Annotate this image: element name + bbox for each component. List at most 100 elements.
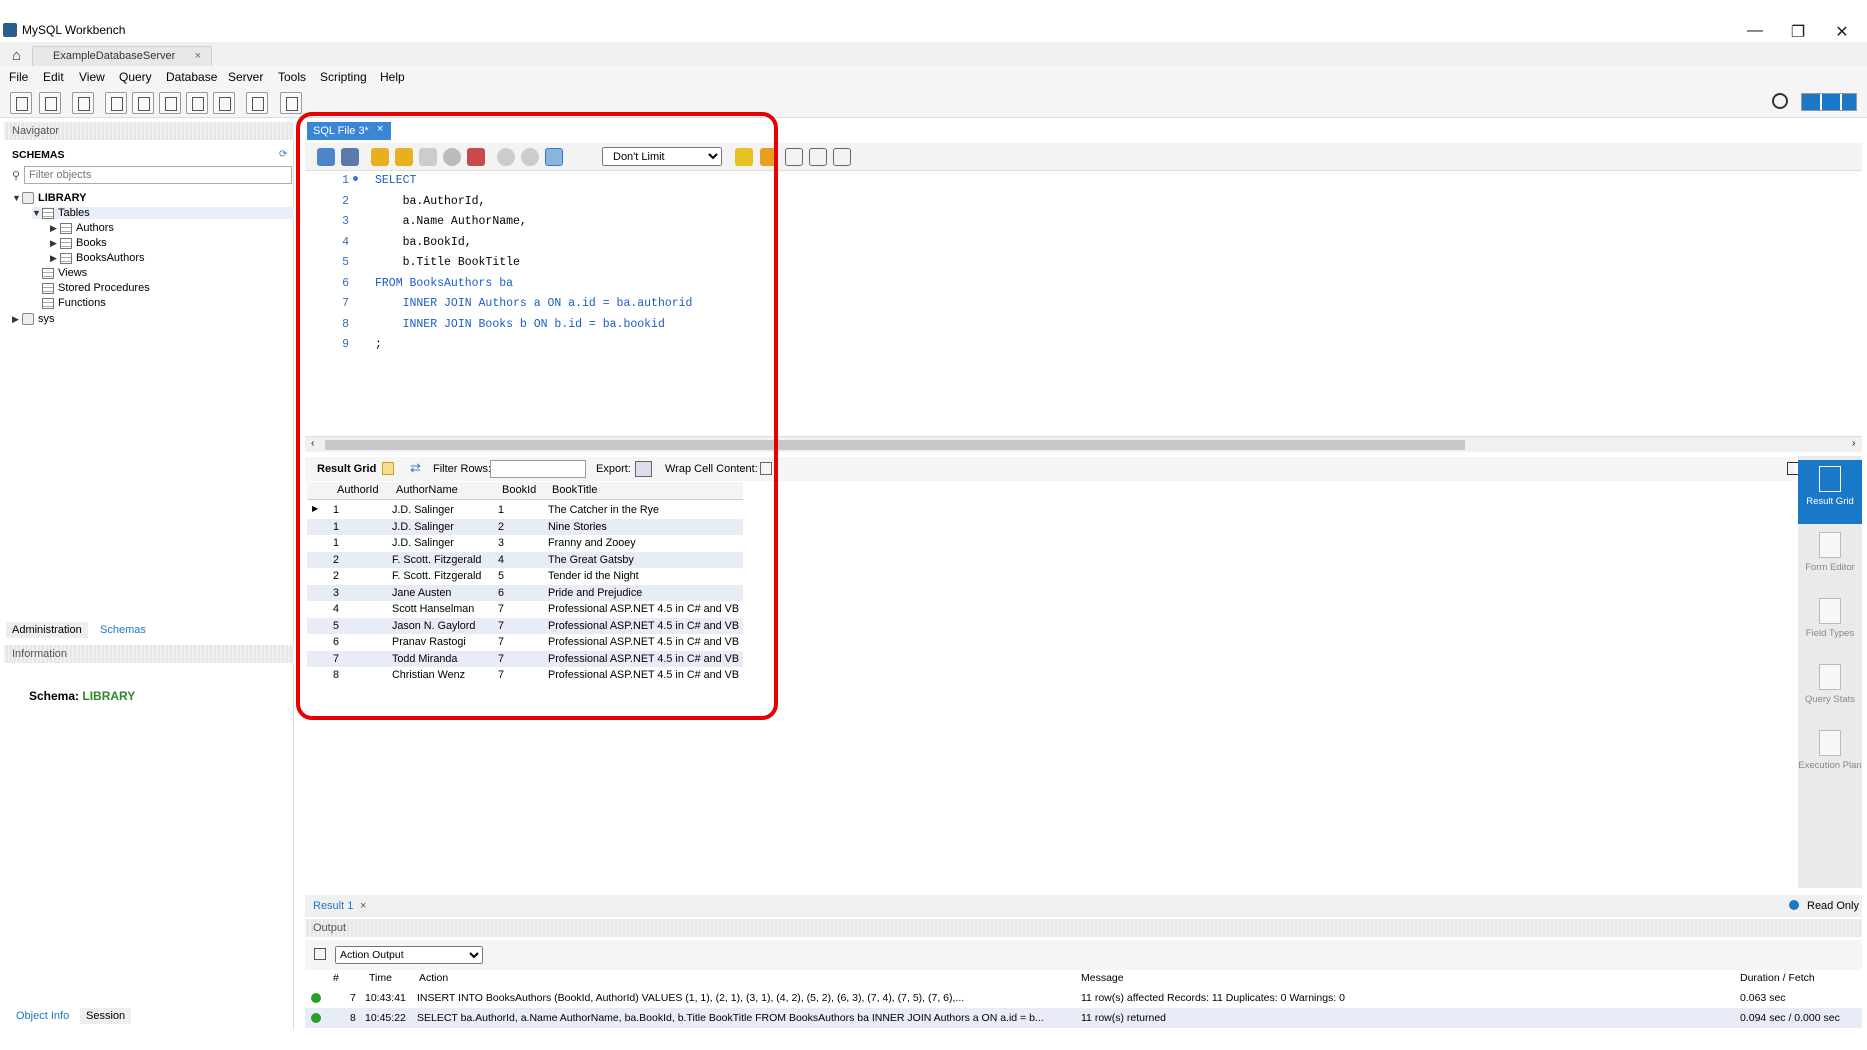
schema-label: Schema: (29, 689, 80, 703)
output-duration: 0.094 sec / 0.000 sec (1740, 1012, 1840, 1024)
output-header-row: # Time Action Message Duration / Fetch (305, 968, 1862, 988)
search-icon: ⚲ (12, 170, 21, 182)
tree-stored-procedures[interactable]: Stored Procedures (42, 282, 150, 294)
tab-administration[interactable]: Administration (6, 622, 88, 638)
search-table-data-icon[interactable] (246, 92, 268, 114)
connection-tab-label: ExampleDatabaseServer (53, 50, 176, 62)
output-table: # Time Action Message Duration / Fetch 7… (305, 968, 1862, 1028)
output-duration: 0.063 sec (1740, 992, 1786, 1004)
column-header: Message (1081, 972, 1124, 984)
folder-icon (42, 297, 54, 309)
minimize-button[interactable]: — (1735, 22, 1775, 40)
tab-session[interactable]: Session (80, 1008, 132, 1024)
output-toolbar: Action Output (305, 940, 1862, 970)
schema-info: Schema: LIBRARY (29, 689, 135, 703)
chevron-right-icon[interactable]: ▶ (50, 238, 60, 249)
output-time: 10:43:41 (365, 992, 406, 1004)
side-result-grid[interactable]: Result Grid (1798, 460, 1862, 524)
tree-db-sys[interactable]: ▶ sys (12, 313, 55, 326)
create-table-icon[interactable] (132, 92, 154, 114)
close-icon[interactable]: × (360, 900, 366, 912)
menu-help[interactable]: Help (380, 70, 405, 84)
tree-db-library[interactable]: ▼ LIBRARY (12, 192, 86, 205)
form-editor-icon (1819, 532, 1841, 558)
maximize-button[interactable]: ❐ (1778, 22, 1818, 42)
close-button[interactable]: ✕ (1822, 22, 1862, 42)
output-type-select[interactable]: Action Output (335, 946, 483, 964)
table-icon (60, 222, 72, 234)
main-toolbar (0, 88, 1867, 118)
create-function-icon[interactable] (213, 92, 235, 114)
tree-functions[interactable]: Functions (42, 297, 106, 309)
side-query-stats[interactable]: Query Stats (1798, 664, 1862, 705)
side-execution-plan[interactable]: Execution Plan (1798, 730, 1862, 771)
home-icon[interactable]: ⌂ (12, 47, 21, 64)
tree-table-authors[interactable]: ▶ Authors (50, 222, 114, 234)
create-schema-icon[interactable] (105, 92, 127, 114)
output-header: Output (305, 919, 1862, 937)
menu-scripting[interactable]: Scripting (320, 70, 367, 84)
execution-plan-icon (1819, 730, 1841, 756)
window-title: MySQL Workbench (22, 23, 126, 37)
tree-views[interactable]: Views (42, 267, 87, 279)
settings-icon[interactable] (1772, 93, 1788, 109)
menu-file[interactable]: File (9, 70, 28, 84)
output-row[interactable]: 8 10:45:22 SELECT ba.AuthorId, a.Name Au… (305, 1008, 1862, 1028)
inspector-icon[interactable] (72, 92, 94, 114)
side-form-editor[interactable]: Form Editor (1798, 532, 1862, 573)
wrap-icon[interactable] (833, 148, 851, 166)
tab-object-info[interactable]: Object Info (10, 1008, 75, 1024)
column-header: # (333, 972, 339, 984)
info-icon (1789, 900, 1799, 910)
folder-icon (42, 207, 54, 219)
query-stats-icon (1819, 664, 1841, 690)
chevron-down-icon[interactable]: ▼ (32, 208, 42, 218)
tab-result-1[interactable]: Result 1 (313, 900, 353, 912)
invisible-chars-icon[interactable] (809, 148, 827, 166)
connection-tab[interactable]: ExampleDatabaseServer × (32, 46, 212, 66)
side-field-types[interactable]: Field Types (1798, 598, 1862, 639)
output-num: 8 (350, 1012, 356, 1024)
folder-icon (42, 282, 54, 294)
reconnect-icon[interactable] (280, 92, 302, 114)
chevron-down-icon[interactable]: ▼ (12, 193, 22, 203)
panel-toggle-icon[interactable] (1801, 93, 1857, 111)
menu-database[interactable]: Database (166, 70, 217, 84)
menu-bar: File Edit View Query Database Server Too… (0, 66, 1867, 88)
tree-table-books[interactable]: ▶ Books (50, 237, 107, 249)
navigator-panel: Navigator SCHEMAS ⟳ ⚲ ▼LIBRARY ▼Tables ▶… (4, 122, 294, 1030)
open-sql-script-icon[interactable] (39, 92, 61, 114)
menu-server[interactable]: Server (228, 70, 263, 84)
chevron-right-icon[interactable]: ▶ (50, 223, 60, 234)
chevron-right-icon[interactable]: ▶ (50, 253, 60, 264)
connection-tab-bar (0, 42, 1867, 66)
find-icon[interactable] (785, 148, 803, 166)
output-row[interactable]: 7 10:43:41 INSERT INTO BooksAuthors (Boo… (305, 988, 1862, 1008)
menu-edit[interactable]: Edit (43, 70, 64, 84)
create-procedure-icon[interactable] (186, 92, 208, 114)
database-icon (22, 192, 34, 205)
new-sql-tab-icon[interactable] (10, 92, 32, 114)
result-side-panel: Result Grid Form Editor Field Types Quer… (1798, 456, 1862, 888)
chevron-right-icon[interactable]: ▶ (12, 314, 22, 325)
column-header: Action (419, 972, 449, 984)
column-header: Duration / Fetch (1740, 972, 1815, 984)
success-icon (311, 1013, 321, 1023)
create-view-icon[interactable] (159, 92, 181, 114)
filter-objects-input[interactable] (24, 166, 292, 184)
tab-schemas[interactable]: Schemas (94, 622, 152, 638)
close-icon[interactable]: × (195, 50, 201, 62)
copy-icon[interactable] (314, 948, 326, 960)
field-types-icon (1819, 598, 1841, 624)
scroll-right-icon[interactable]: › (1852, 438, 1855, 449)
tree-table-booksauthors[interactable]: ▶ BooksAuthors (50, 252, 144, 264)
refresh-icon[interactable]: ⟳ (279, 149, 287, 160)
tree-tables[interactable]: ▼ Tables (32, 207, 294, 219)
table-icon (60, 252, 72, 264)
menu-query[interactable]: Query (119, 70, 152, 84)
output-message: 11 row(s) returned (1081, 1012, 1167, 1024)
navigator-header: Navigator (4, 122, 294, 140)
menu-tools[interactable]: Tools (278, 70, 306, 84)
output-action: INSERT INTO BooksAuthors (BookId, Author… (417, 992, 965, 1004)
menu-view[interactable]: View (79, 70, 105, 84)
